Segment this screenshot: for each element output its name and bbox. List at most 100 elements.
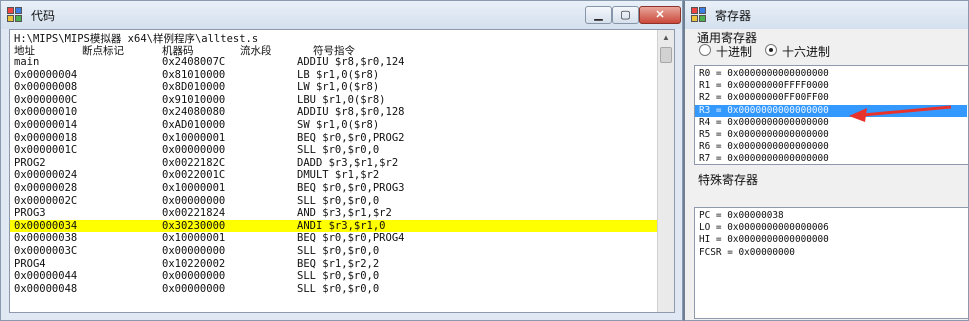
row-instruction: SLL $r0,$r0,0 — [297, 245, 380, 257]
red-annotation-arrow-icon — [849, 105, 952, 122]
code-row[interactable]: PROG3 0x00221824 AND $r3,$r1,$r2 — [10, 207, 658, 220]
row-machine-code: 0x10000001 — [162, 232, 226, 245]
row-address: PROG4 — [14, 257, 46, 270]
general-register-item[interactable]: R7 = 0x0000000000000000 — [699, 153, 829, 164]
general-register-item[interactable]: R1 = 0x00000000FFFF0000 — [699, 80, 829, 92]
row-machine-code: 0x00221824 — [162, 207, 226, 220]
code-row[interactable]: 0x0000001C 0x00000000 SLL $r0,$r0,0 — [10, 144, 658, 157]
row-machine-code: 0x0022001C — [162, 169, 226, 182]
row-instruction: SLL $r0,$r0,0 — [297, 194, 380, 207]
register-panel: 通用寄存器 十进制 十六进制 R0 = 0x0000000000000000 R1… — [685, 29, 969, 320]
row-address: 0x0000001C — [14, 144, 78, 157]
code-row[interactable]: 0x00000004 0x81010000 LB $r1,0($r8) — [10, 69, 658, 82]
row-address: 0x00000048 — [14, 282, 78, 295]
row-address: 0x00000014 — [14, 119, 78, 131]
code-row[interactable]: 0x0000000C 0x91010000 LBU $r1,0($r8) — [10, 94, 658, 107]
app-icon — [7, 7, 23, 23]
hex-radio-label[interactable]: 十六进制 — [782, 43, 830, 60]
code-window-title: 代码 — [31, 9, 56, 23]
row-address: 0x00000028 — [14, 182, 78, 194]
scrollbar-thumb[interactable] — [660, 47, 672, 63]
row-machine-code: 0x00000000 — [162, 144, 226, 157]
row-machine-code: 0x81010000 — [162, 68, 226, 81]
code-row[interactable]: PROG2 0x0022182C DADD $r3,$r1,$r2 — [10, 157, 658, 170]
row-machine-code: 0x10000001 — [162, 131, 226, 144]
row-machine-code: 0x91010000 — [162, 93, 226, 106]
register-window-title: 寄存器 — [715, 9, 752, 23]
code-row[interactable]: 0x00000038 0x10000001 BEQ $r0,$r0,PROG4 — [10, 232, 658, 245]
special-register-list[interactable]: PC = 0x00000038 LO = 0x0000000000000006 HI… — [694, 207, 969, 319]
row-address: 0x00000010 — [14, 106, 78, 119]
register-window: 寄存器 通用寄存器 十进制 十六进制 R0 = 0x00000000000000… — [683, 0, 969, 321]
code-row[interactable]: 0x00000010 0x24080080 ADDIU $r8,$r0,128 — [10, 106, 658, 119]
row-address: 0x00000024 — [14, 169, 78, 182]
row-instruction: SLL $r0,$r0,0 — [297, 282, 380, 295]
vertical-scrollbar[interactable]: ▲ — [657, 30, 674, 312]
code-row[interactable]: 0x00000014 0xAD010000 SW $r1,0($r8) — [10, 119, 658, 132]
decimal-radio[interactable] — [699, 44, 711, 56]
code-listing[interactable]: H:\MIPS\MIPS模拟器 x64\样例程序\alltest.s 地址 断点… — [9, 29, 675, 313]
code-window: 代码 ▁ ▢ ✕ H:\MIPS\MIPS模拟器 x64\样例程序\alltes… — [0, 0, 683, 321]
row-instruction: ADDIU $r8,$r0,128 — [297, 106, 405, 119]
row-instruction: DMULT $r1,$r2 — [297, 169, 380, 182]
code-row[interactable]: 0x00000008 0x8D010000 LW $r1,0($r8) — [10, 81, 658, 94]
special-register-item[interactable]: FCSR = 0x00000000 — [699, 247, 795, 259]
general-register-item[interactable]: R4 = 0x0000000000000000 — [699, 117, 829, 129]
code-row[interactable]: PROG4 0x10220002 BEQ $r1,$r2,2 — [10, 258, 658, 271]
row-address: 0x0000000C — [14, 93, 78, 106]
code-row[interactable]: 0x00000024 0x0022001C DMULT $r1,$r2 — [10, 169, 658, 182]
row-instruction: SLL $r0,$r0,0 — [297, 270, 380, 283]
row-instruction: BEQ $r0,$r0,PROG4 — [297, 232, 405, 245]
special-register-item[interactable]: LO = 0x0000000000000006 — [699, 222, 829, 234]
row-address: 0x00000018 — [14, 131, 78, 144]
row-machine-code: 0x00000000 — [162, 282, 226, 295]
minimize-button[interactable]: ▁ — [585, 6, 612, 24]
row-machine-code: 0x00000000 — [162, 194, 226, 207]
row-instruction: BEQ $r1,$r2,2 — [297, 257, 380, 270]
scroll-up-arrow-icon[interactable]: ▲ — [658, 30, 674, 46]
general-register-item[interactable]: R0 = 0x0000000000000000 — [699, 68, 829, 80]
register-window-titlebar[interactable]: 寄存器 — [685, 1, 968, 29]
row-machine-code: 0x2408007C — [162, 56, 226, 68]
general-register-item[interactable]: R6 = 0x0000000000000000 — [699, 141, 829, 153]
special-register-item[interactable]: HI = 0x0000000000000000 — [699, 234, 829, 246]
row-address: 0x00000034 — [14, 219, 78, 232]
column-headers: 地址 断点标记 机器码 流水段 符号指令 — [10, 43, 658, 57]
row-instruction: LW $r1,0($r8) — [297, 81, 380, 94]
row-instruction: SLL $r0,$r0,0 — [297, 144, 380, 157]
close-button[interactable]: ✕ — [639, 6, 681, 24]
row-address: 0x00000038 — [14, 232, 78, 245]
row-instruction: LB $r1,0($r8) — [297, 68, 380, 81]
special-register-item[interactable]: PC = 0x00000038 — [699, 210, 784, 222]
row-address: 0x00000004 — [14, 68, 78, 81]
maximize-button[interactable]: ▢ — [612, 6, 639, 24]
row-address: 0x0000003C — [14, 245, 78, 257]
code-row-current[interactable]: 0x00000034 0x30230000 ANDI $r3,$r1,0 — [10, 219, 658, 233]
code-row[interactable]: 0x00000018 0x10000001 BEQ $r0,$r0,PROG2 — [10, 132, 658, 145]
decimal-radio-label[interactable]: 十进制 — [716, 43, 752, 60]
special-registers-label: 特殊寄存器 — [698, 173, 759, 187]
code-row[interactable]: 0x0000003C 0x00000000 SLL $r0,$r0,0 — [10, 245, 658, 258]
row-address: 0x00000044 — [14, 270, 78, 283]
code-row[interactable]: 0x00000028 0x10000001 BEQ $r0,$r0,PROG3 — [10, 182, 658, 195]
row-machine-code: 0x10000001 — [162, 182, 226, 194]
code-row[interactable]: 0x00000044 0x00000000 SLL $r0,$r0,0 — [10, 270, 658, 283]
hex-radio[interactable] — [765, 44, 777, 56]
row-instruction: LBU $r1,0($r8) — [297, 93, 386, 106]
row-address: 0x00000008 — [14, 81, 78, 94]
row-machine-code: 0x8D010000 — [162, 81, 226, 94]
code-row[interactable]: 0x00000048 0x00000000 SLL $r0,$r0,0 — [10, 283, 658, 296]
row-address: PROG3 — [14, 207, 46, 220]
row-machine-code: 0x10220002 — [162, 257, 226, 270]
row-instruction: DADD $r3,$r1,$r2 — [297, 156, 399, 169]
general-register-item[interactable]: R5 = 0x0000000000000000 — [699, 129, 829, 141]
row-address: main — [14, 56, 40, 68]
row-instruction: ADDIU $r8,$r0,124 — [297, 56, 405, 68]
row-instruction: AND $r3,$r1,$r2 — [297, 207, 392, 220]
code-window-titlebar[interactable]: 代码 ▁ ▢ ✕ — [1, 1, 682, 29]
row-machine-code: 0x24080080 — [162, 106, 226, 119]
code-row[interactable]: main 0x2408007C ADDIU $r8,$r0,124 — [10, 56, 658, 69]
code-row[interactable]: 0x0000002C 0x00000000 SLL $r0,$r0,0 — [10, 195, 658, 208]
row-address: 0x0000002C — [14, 194, 78, 207]
general-register-item[interactable]: R2 = 0x00000000FF00FF00 — [699, 92, 829, 104]
